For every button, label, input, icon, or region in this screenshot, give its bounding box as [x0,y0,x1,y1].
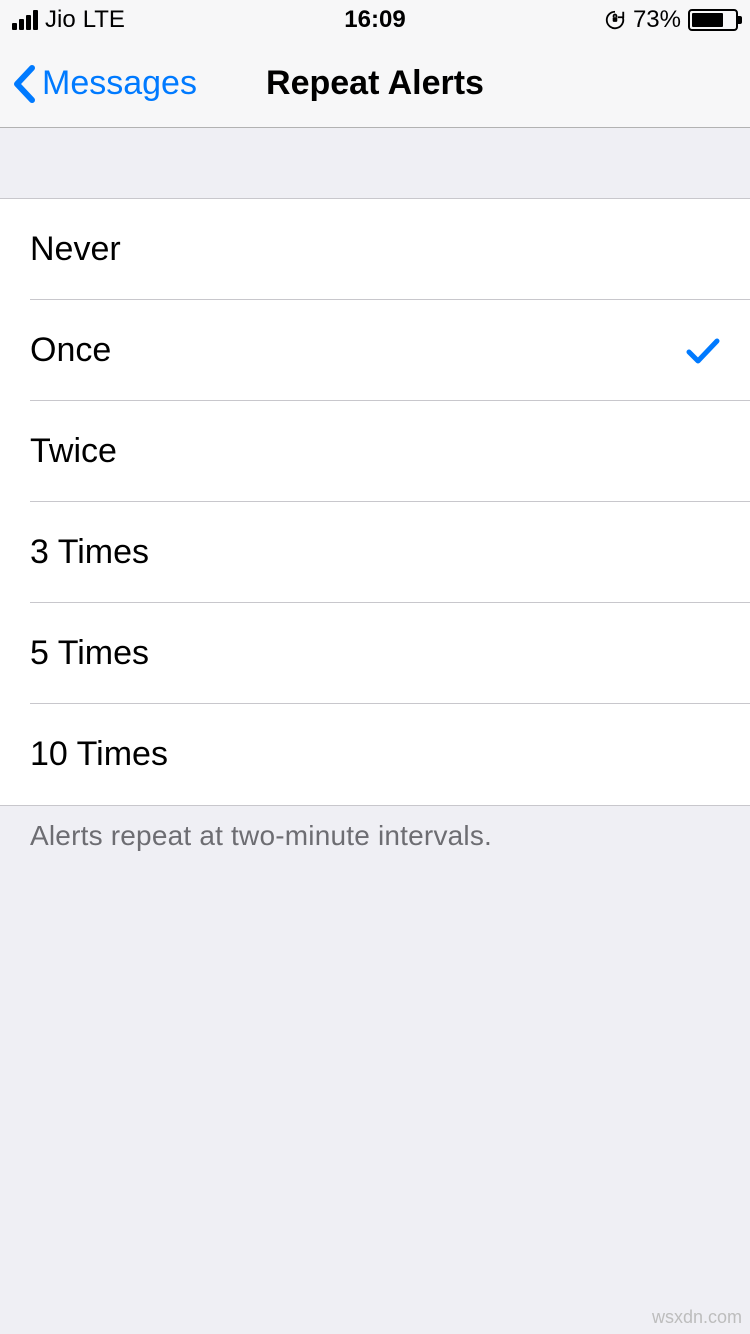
option-5-times[interactable]: 5 Times [0,603,750,704]
option-label: Twice [30,432,117,471]
section-spacer [0,128,750,198]
option-label: 5 Times [30,634,149,673]
signal-bars-icon [12,10,38,30]
chevron-left-icon [12,65,36,103]
status-time: 16:09 [344,6,405,34]
option-label: Once [30,331,111,370]
option-label: 3 Times [30,533,149,572]
option-10-times[interactable]: 10 Times [0,704,750,805]
status-right: 73% [604,6,738,34]
battery-percent-label: 73% [633,6,681,34]
options-list: Never Once Twice 3 Times 5 Times 10 Time… [0,198,750,806]
carrier-label: Jio [45,6,76,34]
status-bar: Jio LTE 16:09 73% [0,0,750,40]
footer-text: Alerts repeat at two-minute intervals. [0,806,750,866]
option-never[interactable]: Never [0,199,750,300]
battery-icon [688,9,738,31]
rotation-lock-icon [604,9,626,31]
option-label: Never [30,230,121,269]
nav-bar: Messages Repeat Alerts [0,40,750,128]
option-3-times[interactable]: 3 Times [0,502,750,603]
watermark: wsxdn.com [652,1307,742,1328]
status-left: Jio LTE [12,6,125,34]
option-label: 10 Times [30,735,168,774]
page-title: Repeat Alerts [266,64,484,103]
back-button[interactable]: Messages [0,64,197,103]
checkmark-icon [686,337,720,365]
option-twice[interactable]: Twice [0,401,750,502]
back-label: Messages [42,64,197,103]
option-once[interactable]: Once [0,300,750,401]
network-label: LTE [83,6,125,34]
